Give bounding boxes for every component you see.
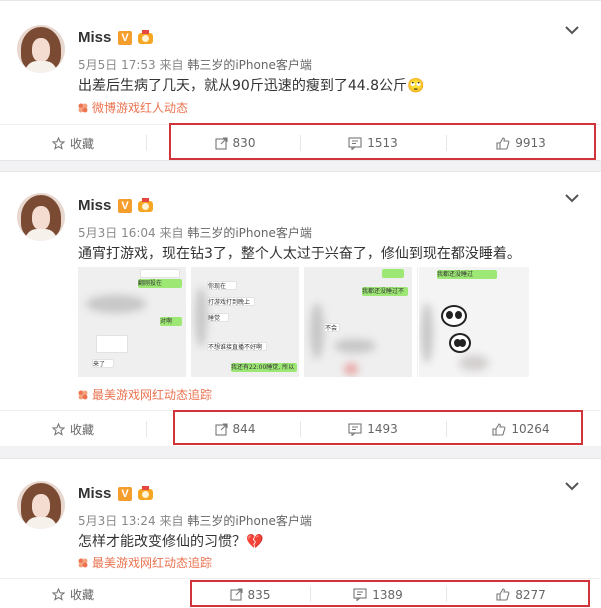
star-icon [51, 136, 65, 150]
chevron-down-icon[interactable] [565, 481, 579, 491]
medal-icon [138, 486, 153, 500]
panda-sticker [441, 305, 467, 327]
avatar[interactable] [17, 481, 65, 529]
star-icon [51, 422, 65, 436]
post-meta: 5月5日 17:53 来自 韩三岁的iPhone客户端 [78, 58, 312, 72]
image-grid: 翻刚投在 对啊 来了 你现在 打游戏打到晚上 睡觉 不想谁接直播不好啊 我还有2… [78, 267, 418, 377]
post-source[interactable]: 韩三岁的iPhone客户端 [187, 514, 312, 528]
chevron-down-icon[interactable] [565, 193, 579, 203]
post-content: 怎样才能改变修仙的习惯？💔 [78, 534, 264, 550]
post-content: 通宵打游戏，现在钻3了，整个人太过于兴奋了，修仙到现在都没睡着。 [78, 246, 521, 262]
author-name[interactable]: Miss [78, 485, 111, 502]
highlight-box [190, 580, 590, 607]
topic-link[interactable]: 最美游戏网红动态追踪 [78, 386, 212, 403]
emoji: 💔 [246, 534, 264, 550]
avatar[interactable] [17, 25, 65, 73]
topic-link[interactable]: 微博游戏红人动态 [78, 99, 188, 116]
medal-icon [138, 30, 153, 44]
post-time[interactable]: 5月3日 13:24 [78, 514, 156, 528]
topic-icon [78, 558, 88, 568]
verified-badge-icon: V [118, 199, 132, 213]
image-thumbnail[interactable]: 我都还没睡过 [419, 267, 529, 377]
post-source[interactable]: 韩三岁的iPhone客户端 [187, 226, 312, 240]
favorite-button[interactable]: 收藏 [0, 125, 146, 161]
avatar[interactable] [17, 193, 65, 241]
post-meta: 5月3日 13:24 来自 韩三岁的iPhone客户端 [78, 514, 312, 528]
highlight-box [169, 123, 596, 160]
post-content: 出差后生病了几天，就从90斤迅速的瘦到了44.8公斤🙄 [78, 78, 425, 94]
favorite-button[interactable]: 收藏 [0, 579, 146, 608]
post-time[interactable]: 5月5日 17:53 [78, 58, 156, 72]
author-name[interactable]: Miss [78, 29, 111, 46]
panda-sticker [449, 333, 471, 353]
medal-icon [138, 198, 153, 212]
verified-badge-icon: V [118, 487, 132, 501]
image-thumbnail[interactable] [417, 267, 418, 377]
image-thumbnail[interactable]: 你现在 打游戏打到晚上 睡觉 不想谁接直播不好啊 我还有22:00睡觉, 所以呀 [191, 267, 299, 377]
highlight-box [173, 410, 583, 445]
topic-link[interactable]: 最美游戏网红动态追踪 [78, 554, 212, 571]
star-icon [51, 588, 65, 601]
verified-badge-icon: V [118, 31, 132, 45]
topic-icon [78, 103, 88, 113]
post-time[interactable]: 5月3日 16:04 [78, 226, 156, 240]
author-name[interactable]: Miss [78, 197, 111, 214]
emoji: 🙄 [407, 78, 425, 94]
post-source[interactable]: 韩三岁的iPhone客户端 [187, 58, 312, 72]
image-thumbnail[interactable]: 翻刚投在 对啊 来了 [78, 267, 186, 377]
image-thumbnail[interactable]: 我都还没睡过不睡 不会 [304, 267, 412, 377]
post-meta: 5月3日 16:04 来自 韩三岁的iPhone客户端 [78, 226, 312, 240]
chevron-down-icon[interactable] [565, 25, 579, 35]
topic-icon [78, 390, 88, 400]
favorite-button[interactable]: 收藏 [0, 411, 146, 447]
